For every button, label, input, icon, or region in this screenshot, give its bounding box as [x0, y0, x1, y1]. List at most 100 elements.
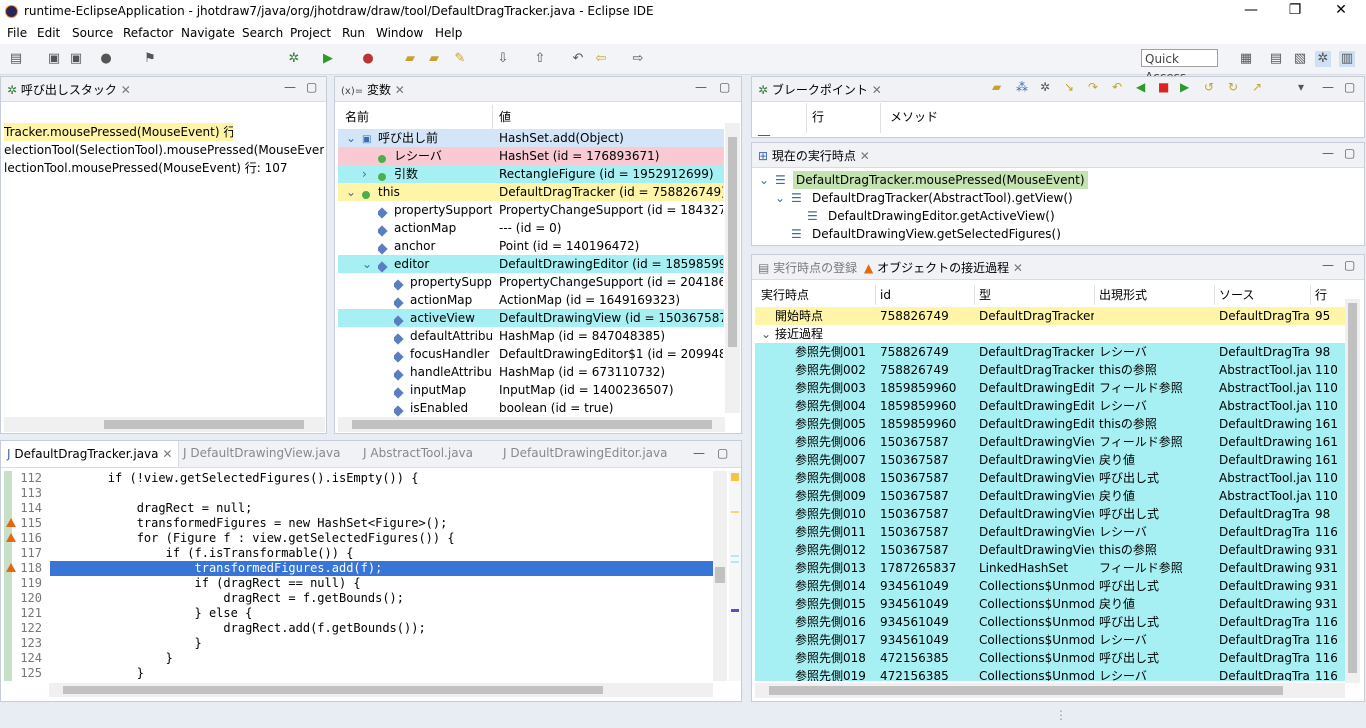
horizontal-scrollbar[interactable] — [338, 417, 725, 432]
column-header-line[interactable]: 行 — [812, 107, 824, 127]
run-forward-icon[interactable]: ▶ — [1180, 80, 1189, 94]
menu-window[interactable]: Window — [376, 26, 423, 40]
forward-icon[interactable]: ⇨ — [630, 51, 646, 67]
horizontal-scrollbar[interactable] — [49, 683, 713, 697]
code-line[interactable]: } — [50, 666, 714, 681]
expand-toggle-icon[interactable]: ⌄ — [346, 183, 358, 201]
code-line[interactable]: if (dragRect == null) { — [50, 576, 714, 591]
editor-tab[interactable]: J AbstractTool.java — [363, 446, 473, 460]
terminate-icon[interactable]: ■ — [1158, 80, 1169, 94]
code-line[interactable]: dragRect = f.getBounds(); — [50, 591, 714, 606]
table-row[interactable]: 参照先側002 758826749 DefaultDragTracker thisの参… — [755, 361, 1345, 379]
back-icon[interactable]: ⇦ — [593, 51, 609, 67]
expand-toggle-icon[interactable] — [362, 237, 374, 255]
variable-row[interactable]: activeView DefaultDrawingView (id = 15036… — [338, 309, 724, 327]
expand-toggle-icon[interactable] — [378, 327, 390, 345]
menu-project[interactable]: Project — [290, 26, 331, 40]
minimize-icon[interactable]: — — [1322, 146, 1334, 160]
column-header[interactable]: 行 — [1315, 285, 1343, 305]
vertical-scrollbar[interactable] — [725, 123, 740, 413]
maximize-icon[interactable]: ▢ — [719, 80, 730, 94]
stack-frame[interactable]: lectionTool.mousePressed(MouseEvent) 行: … — [4, 159, 324, 177]
run-back-icon[interactable]: ◀ — [1136, 80, 1145, 94]
new-icon[interactable]: ▤ — [8, 51, 24, 67]
stack-frame[interactable]: electionTool(SelectionTool).mousePressed… — [4, 141, 324, 159]
table-row[interactable]: 参照先側007 150367587 DefaultDrawingView 戻り値 Def… — [755, 451, 1345, 469]
expand-toggle-icon[interactable]: ⌄ — [346, 129, 358, 147]
column-header[interactable]: id — [880, 285, 975, 305]
expand-toggle-icon[interactable] — [378, 399, 390, 417]
code-line[interactable]: } — [50, 636, 714, 651]
column-header[interactable]: 型 — [979, 285, 1094, 305]
expand-toggle-icon[interactable] — [378, 291, 390, 309]
current-execution-tab[interactable]: ⊞ 現在の実行時点 ✕ — [758, 147, 870, 164]
expand-toggle-icon[interactable] — [362, 147, 374, 165]
breakpoint-marker-icon[interactable] — [6, 518, 16, 527]
variable-row[interactable]: focusHandler DefaultDrawingEditor$1 (id =… — [338, 345, 724, 363]
variable-row[interactable]: propertySuppor PropertyChangeSupport (id … — [338, 273, 724, 291]
java-perspective-icon[interactable]: ▤ — [1268, 51, 1284, 67]
column-header[interactable]: 出現形式 — [1099, 285, 1214, 305]
table-row[interactable]: 参照先側006 150367587 DefaultDrawingView フィールド参… — [755, 433, 1345, 451]
table-row[interactable]: 参照先側016 934561049 Collections$Unmod... 呼び出し… — [755, 613, 1345, 631]
execution-node[interactable]: ⌄ ☰ DefaultDragTracker(AbstractTool).getVi… — [755, 189, 1355, 207]
expand-toggle-icon[interactable] — [378, 363, 390, 381]
maximize-icon[interactable]: ▢ — [1344, 80, 1355, 94]
skip-breakpoints-icon[interactable]: ✲ — [1040, 80, 1050, 94]
debug-perspective-icon[interactable]: ✲ — [1315, 51, 1331, 67]
horizontal-scrollbar[interactable] — [755, 683, 1345, 698]
debug-icon[interactable]: ✲ — [286, 51, 302, 67]
menu-source[interactable]: Source — [72, 26, 113, 40]
variable-row[interactable]: actionMap ActionMap (id = 1649169323) — [338, 291, 724, 309]
variable-row[interactable]: ⌄ this DefaultDragTracker (id = 758826749) — [338, 183, 724, 201]
expand-toggle-icon[interactable] — [378, 273, 390, 291]
code-line[interactable] — [50, 486, 714, 501]
table-row[interactable]: 参照先側005 1859859960 DefaultDrawingEdit... th… — [755, 415, 1345, 433]
variable-row[interactable]: inputMap InputMap (id = 1400236507) — [338, 381, 724, 399]
maximize-icon[interactable]: ▢ — [1344, 258, 1355, 272]
open-perspective-icon[interactable]: ▦ — [1238, 51, 1254, 67]
expand-toggle-icon[interactable]: ⌄ — [362, 255, 374, 273]
menu-help[interactable]: Help — [435, 26, 462, 40]
menu-refactor[interactable]: Refactor — [123, 26, 173, 40]
quick-access-field[interactable]: Quick Access — [1141, 49, 1218, 84]
code-line[interactable]: transformedFigures = new HashSet<Figure>… — [50, 516, 714, 531]
code-line[interactable]: dragRect = null; — [50, 501, 714, 516]
expand-toggle-icon[interactable] — [791, 207, 803, 225]
object-approach-tab[interactable]: ▲ オブジェクトの接近過程 ✕ — [864, 259, 1023, 276]
expand-toggle-icon[interactable]: ⌄ — [759, 171, 771, 189]
close-icon[interactable]: ✕ — [1013, 261, 1023, 275]
maximize-icon[interactable]: ▢ — [1344, 146, 1355, 160]
code-line[interactable]: dragRect.add(f.getBounds()); — [50, 621, 714, 636]
search-icon[interactable]: ✎ — [452, 51, 468, 67]
vertical-scrollbar[interactable] — [1345, 299, 1360, 683]
variable-row[interactable]: anchor Point (id = 140196472) — [338, 237, 724, 255]
menu-edit[interactable]: Edit — [37, 26, 60, 40]
code-line[interactable]: } — [50, 651, 714, 666]
group-row[interactable]: ⌄ 接近過程 — [755, 325, 1345, 343]
view-menu-icon[interactable]: ▾ — [1298, 80, 1304, 94]
code-line[interactable]: transformedFigures.add(f); — [50, 561, 714, 576]
save-all-icon[interactable]: ▣ — [68, 51, 84, 67]
code-line[interactable]: for (Figure f : view.getSelectedFigures(… — [50, 531, 714, 546]
close-icon[interactable]: ✕ — [395, 83, 405, 97]
expand-toggle-icon[interactable] — [362, 201, 374, 219]
minimize-icon[interactable]: — — [693, 446, 705, 460]
close-icon[interactable]: ✕ — [860, 149, 870, 163]
column-header-name[interactable]: 名前 — [345, 107, 369, 127]
close-icon[interactable]: ✕ — [162, 447, 172, 461]
external-tools-icon[interactable]: ● — [360, 51, 376, 67]
column-header[interactable]: 実行時点 — [761, 285, 876, 305]
code-line[interactable]: } else { — [50, 606, 714, 621]
variable-row[interactable]: ⌄ editor DefaultDrawingEditor (id = 185985… — [338, 255, 724, 273]
column-header-value[interactable]: 値 — [499, 107, 511, 127]
horizontal-scrollbar[interactable] — [4, 417, 325, 432]
show-breakpoints-icon[interactable]: ▰ — [992, 80, 1001, 94]
variable-row[interactable]: レシーバ HashSet (id = 176893671) — [338, 147, 724, 165]
last-edit-icon[interactable]: ↶ — [570, 51, 586, 67]
close-icon[interactable]: ✕ — [872, 83, 882, 97]
table-row[interactable]: 参照先側018 472156385 Collections$Unmod... 呼び出し… — [755, 649, 1345, 667]
minimize-icon[interactable]: — — [1322, 258, 1334, 272]
breakpoints-tab[interactable]: ✲ ブレークポイント ✕ — [758, 81, 882, 98]
column-header-method[interactable]: メソッド — [890, 107, 938, 127]
